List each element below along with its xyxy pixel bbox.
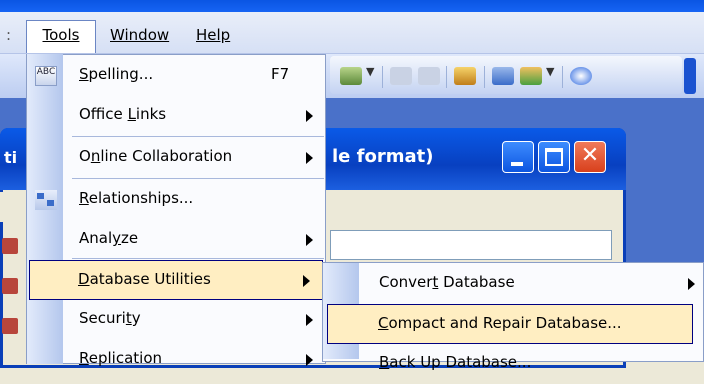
submenu-arrow-icon bbox=[306, 234, 313, 246]
menu-window[interactable]: Window bbox=[104, 20, 175, 50]
menu-item-convert-database[interactable]: Convert Database bbox=[323, 264, 703, 304]
database-window-title: le format) bbox=[332, 146, 434, 167]
menu-item-replication[interactable]: Replication bbox=[27, 340, 325, 380]
menu-tools-label: Tools bbox=[42, 26, 80, 44]
new-object-autoform-icon[interactable] bbox=[520, 67, 542, 85]
office-links-icon[interactable] bbox=[390, 67, 412, 85]
database-object-list[interactable] bbox=[330, 230, 612, 260]
minimize-icon bbox=[511, 162, 523, 166]
submenu-arrow-icon bbox=[303, 275, 310, 287]
spelling-shortcut: F7 bbox=[271, 65, 290, 83]
menu-item-online-collaboration[interactable]: Online Collaboration bbox=[27, 138, 325, 178]
spelling-icon: ABC bbox=[35, 66, 57, 86]
submenu-arrow-icon bbox=[306, 110, 313, 122]
maximize-icon bbox=[545, 148, 563, 166]
application-title-bar bbox=[0, 0, 704, 12]
toolbar-separator bbox=[382, 66, 383, 88]
toolbar-separator bbox=[484, 66, 485, 88]
minimize-button[interactable] bbox=[502, 141, 534, 173]
query-icon[interactable] bbox=[2, 278, 18, 294]
menu-help[interactable]: Help bbox=[190, 20, 236, 50]
properties-icon[interactable] bbox=[454, 67, 476, 85]
submenu-arrow-icon bbox=[306, 152, 313, 164]
analyze-icon[interactable] bbox=[418, 67, 440, 85]
menu-separator bbox=[72, 258, 324, 259]
help-icon[interactable] bbox=[570, 67, 592, 85]
menu-item-compact-and-repair[interactable]: Compact and Repair Database... bbox=[327, 304, 693, 344]
toolbar-separator bbox=[562, 66, 563, 88]
relationships-toolbar-icon[interactable] bbox=[492, 67, 514, 85]
menu-separator bbox=[72, 178, 324, 179]
toolbar-separator bbox=[446, 66, 447, 88]
menu-bar: : Tools Window Help bbox=[0, 12, 704, 54]
menu-item-database-utilities[interactable]: Database Utilities bbox=[29, 260, 323, 300]
table-icon[interactable] bbox=[2, 238, 18, 254]
menu-bar-overflow: : bbox=[6, 26, 12, 44]
menu-window-label: Window bbox=[110, 26, 170, 44]
menu-separator bbox=[72, 136, 324, 137]
close-button[interactable]: ✕ bbox=[574, 141, 606, 173]
form-icon[interactable] bbox=[2, 318, 18, 334]
database-window-title-fragment: ti bbox=[4, 148, 18, 167]
toolbar-options-icon[interactable] bbox=[684, 58, 696, 94]
close-icon: ✕ bbox=[580, 143, 600, 168]
menu-item-office-links[interactable]: Office Links bbox=[27, 96, 325, 136]
menu-item-analyze[interactable]: Analyze bbox=[27, 220, 325, 260]
new-object-dropdown-icon[interactable]: ▼ bbox=[366, 65, 374, 78]
menu-item-back-up-database[interactable]: Back Up Database... bbox=[323, 344, 703, 384]
menu-item-spelling[interactable]: ABC Spelling... F7 bbox=[27, 56, 325, 96]
menu-help-label: Help bbox=[196, 26, 231, 44]
menu-tools[interactable]: Tools bbox=[26, 20, 96, 53]
maximize-button[interactable] bbox=[538, 141, 570, 173]
toolbar-buttons-group: ▼ ▼ bbox=[330, 56, 682, 94]
autoform-dropdown-icon[interactable]: ▼ bbox=[546, 65, 554, 78]
submenu-arrow-icon bbox=[306, 314, 313, 326]
submenu-arrow-icon bbox=[306, 354, 313, 366]
relationships-icon bbox=[35, 190, 57, 210]
submenu-arrow-icon bbox=[688, 278, 695, 290]
menu-item-relationships[interactable]: Relationships... bbox=[27, 180, 325, 220]
menu-item-security[interactable]: Security bbox=[27, 300, 325, 340]
new-object-icon[interactable] bbox=[340, 67, 362, 85]
